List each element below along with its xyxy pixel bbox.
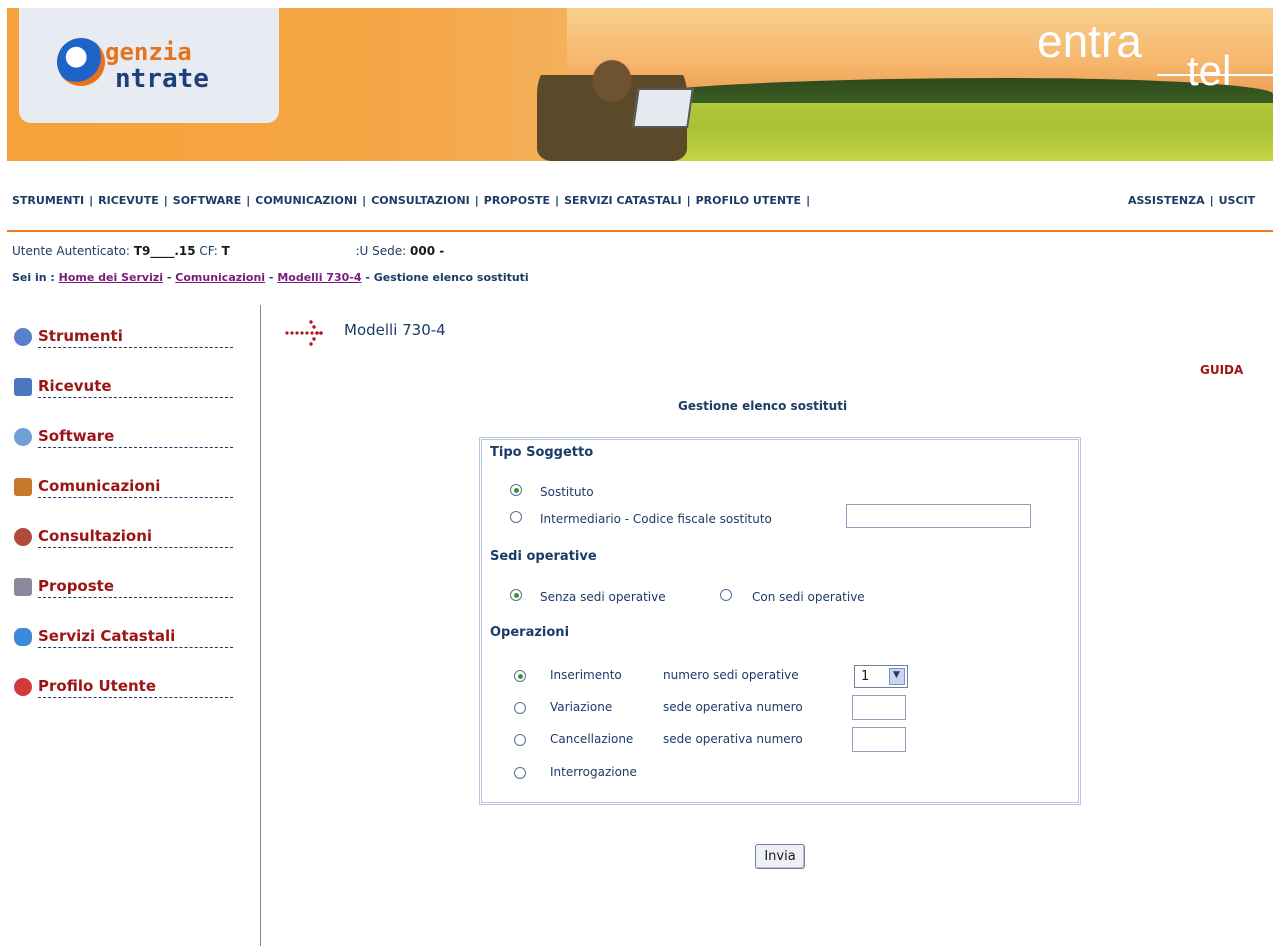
entratel-logo-suffix: tel [1187, 47, 1232, 94]
topnav-uscita[interactable]: USCIT [1219, 194, 1256, 207]
topnav-servizi-catastali[interactable]: SERVIZI CATASTALI [564, 194, 682, 207]
cancellazione-field-label: sede operativa numero [663, 732, 803, 746]
submit-button[interactable]: Invia [755, 844, 805, 869]
variazione-input[interactable] [852, 695, 906, 720]
sidebar-item-label: Strumenti [38, 327, 233, 348]
topnav-ricevute[interactable]: RICEVUTE [98, 194, 159, 207]
breadcrumb: Sei in : Home dei Servizi - Comunicazion… [12, 271, 529, 284]
numero-sedi-value: 1 [861, 669, 870, 684]
radio-inserimento-label: Inserimento [550, 668, 622, 682]
user-info: Utente Autenticato: T9____.15 CF: T :U S… [12, 244, 444, 258]
radio-variazione-label: Variazione [550, 700, 613, 714]
topnav-proposte[interactable]: PROPOSTE [484, 194, 550, 207]
sidebar-item-label: Ricevute [38, 377, 233, 398]
radio-interrogazione[interactable] [514, 767, 526, 779]
sidebar-item-profilo-utente[interactable]: Profilo Utente [14, 662, 239, 712]
cf-label: CF: [199, 244, 218, 258]
arrow-icon [285, 320, 323, 346]
lookup-icon [14, 528, 32, 546]
breadcrumb-modelli[interactable]: Modelli 730-4 [277, 271, 361, 284]
agenzia-entrate-logo[interactable]: genzia ntrate [19, 8, 279, 123]
sidebar-item-label: Consultazioni [38, 527, 233, 548]
map-icon [14, 628, 32, 646]
numero-sedi-label: numero sedi operative [663, 668, 799, 682]
breadcrumb-comunicazioni[interactable]: Comunicazioni [175, 271, 265, 284]
sidebar-item-label: Software [38, 427, 233, 448]
radio-senza-sedi-label: Senza sedi operative [540, 590, 666, 604]
radio-intermediario[interactable] [510, 511, 522, 523]
receipt-icon [14, 378, 32, 396]
topnav-consultazioni[interactable]: CONSULTAZIONI [371, 194, 470, 207]
sidebar-item-label: Servizi Catastali [38, 627, 233, 648]
breadcrumb-current: Gestione elenco sostituti [373, 271, 529, 284]
variazione-field-label: sede operativa numero [663, 700, 803, 714]
form-title: Gestione elenco sostituti [678, 399, 848, 413]
page-title: Modelli 730-4 [344, 321, 446, 339]
sede-label: Sede: [372, 244, 407, 258]
cancellazione-input[interactable] [852, 727, 906, 752]
sidebar-item-software[interactable]: Software [14, 412, 239, 462]
numero-sedi-select[interactable]: 1 [854, 665, 908, 688]
sidebar-item-strumenti[interactable]: Strumenti [14, 312, 239, 362]
help-link[interactable]: GUIDA [1200, 363, 1243, 377]
briefcase-icon [14, 478, 32, 496]
sidebar-item-proposte[interactable]: Proposte [14, 562, 239, 612]
logo-line1: genzia [105, 38, 192, 66]
sidebar-item-label: Profilo Utente [38, 677, 233, 698]
topnav-comunicazioni[interactable]: COMUNICAZIONI [255, 194, 357, 207]
sidebar-item-label: Comunicazioni [38, 477, 233, 498]
sedi-operative-title: Sedi operative [490, 549, 597, 564]
sidebar-item-servizi-catastali[interactable]: Servizi Catastali [14, 612, 239, 662]
radio-con-sedi-label: Con sedi operative [752, 590, 865, 604]
board-icon [14, 578, 32, 596]
radio-interrogazione-label: Interrogazione [550, 765, 637, 779]
breadcrumb-prefix: Sei in : [12, 271, 55, 284]
banner-laptop-image [632, 88, 694, 128]
breadcrumb-home[interactable]: Home dei Servizi [59, 271, 163, 284]
radio-intermediario-label: Intermediario - Codice fiscale sostituto [540, 512, 772, 526]
top-nav: STRUMENTI | RICEVUTE | SOFTWARE | COMUNICAZION… [12, 194, 811, 207]
entratel-logo-text: entra [1037, 15, 1142, 67]
sidebar-item-consultazioni[interactable]: Consultazioni [14, 512, 239, 562]
radio-con-sedi[interactable] [720, 589, 732, 601]
header-divider [7, 230, 1273, 232]
cf-value: T [221, 244, 230, 258]
sidebar-item-ricevute[interactable]: Ricevute [14, 362, 239, 412]
sidebar-item-comunicazioni[interactable]: Comunicazioni [14, 462, 239, 512]
topnav-software[interactable]: SOFTWARE [173, 194, 241, 207]
sidebar-item-label: Proposte [38, 577, 233, 598]
sidebar-divider [260, 305, 261, 946]
gear-icon [14, 328, 32, 346]
software-icon [14, 428, 32, 446]
sede-value: 000 - [410, 244, 445, 258]
operazioni-title: Operazioni [490, 625, 570, 640]
sede-prefix: :U [355, 244, 369, 258]
chevron-down-icon[interactable] [889, 668, 905, 685]
radio-sostituto[interactable] [510, 484, 522, 496]
users-icon [14, 678, 32, 696]
logo-line2: ntrate [115, 64, 209, 94]
sidebar: Strumenti Ricevute Software Comunicazion… [14, 312, 239, 712]
topnav-assistenza[interactable]: ASSISTENZA [1128, 194, 1205, 207]
radio-variazione[interactable] [514, 702, 526, 714]
radio-cancellazione[interactable] [514, 734, 526, 746]
user-label: Utente Autenticato: [12, 244, 130, 258]
radio-inserimento[interactable] [514, 670, 526, 682]
topnav-strumenti[interactable]: STRUMENTI [12, 194, 84, 207]
user-id: T9____.15 [133, 244, 196, 258]
radio-sostituto-label: Sostituto [540, 485, 594, 499]
agenzia-entrate-logo-icon [57, 38, 105, 86]
tipo-soggetto-title: Tipo Soggetto [490, 445, 594, 460]
radio-senza-sedi[interactable] [510, 589, 522, 601]
radio-cancellazione-label: Cancellazione [550, 732, 634, 746]
right-nav: ASSISTENZA | USCIT [1128, 194, 1256, 207]
topnav-profilo-utente[interactable]: PROFILO UTENTE [696, 194, 801, 207]
form-panel: Tipo Soggetto Sostituto Intermediario - … [479, 437, 1081, 805]
codice-fiscale-input[interactable] [846, 504, 1031, 528]
